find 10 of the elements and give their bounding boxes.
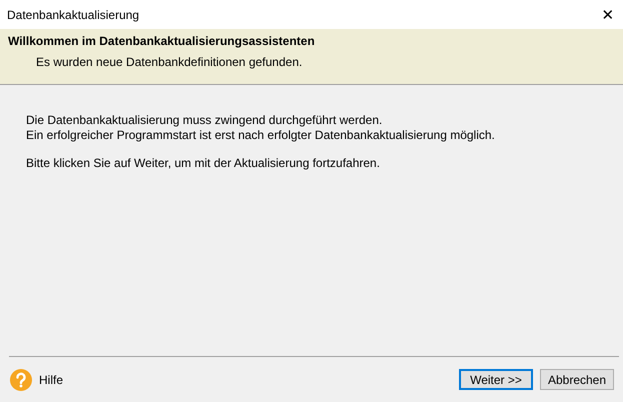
help-icon[interactable] [10,368,32,390]
window-title: Datenbankaktualisierung [7,8,140,22]
close-button[interactable]: ✕ [593,0,623,29]
header-subtitle: Es wurden neue Datenbankdefinitionen gefunden. [36,55,304,69]
header-title: Willkommen im Datenbankaktualisierungsassistenten [8,34,316,48]
next-button[interactable]: Weiter >> [459,369,533,390]
help-label[interactable]: Hilfe [39,372,452,386]
message-text: Die Datenbankaktualisierung muss zwingend durchgeführt werden. Ein erfolgreicher Programmstart ist erst nach erfolgter Datenbankaktualisierung möglich. [26,113,496,143]
message-text: Bitte klicken Sie auf Weiter, um mit der Aktualisierung fortzufahren. [26,156,381,171]
cancel-button[interactable]: Abbrechen [540,369,614,390]
